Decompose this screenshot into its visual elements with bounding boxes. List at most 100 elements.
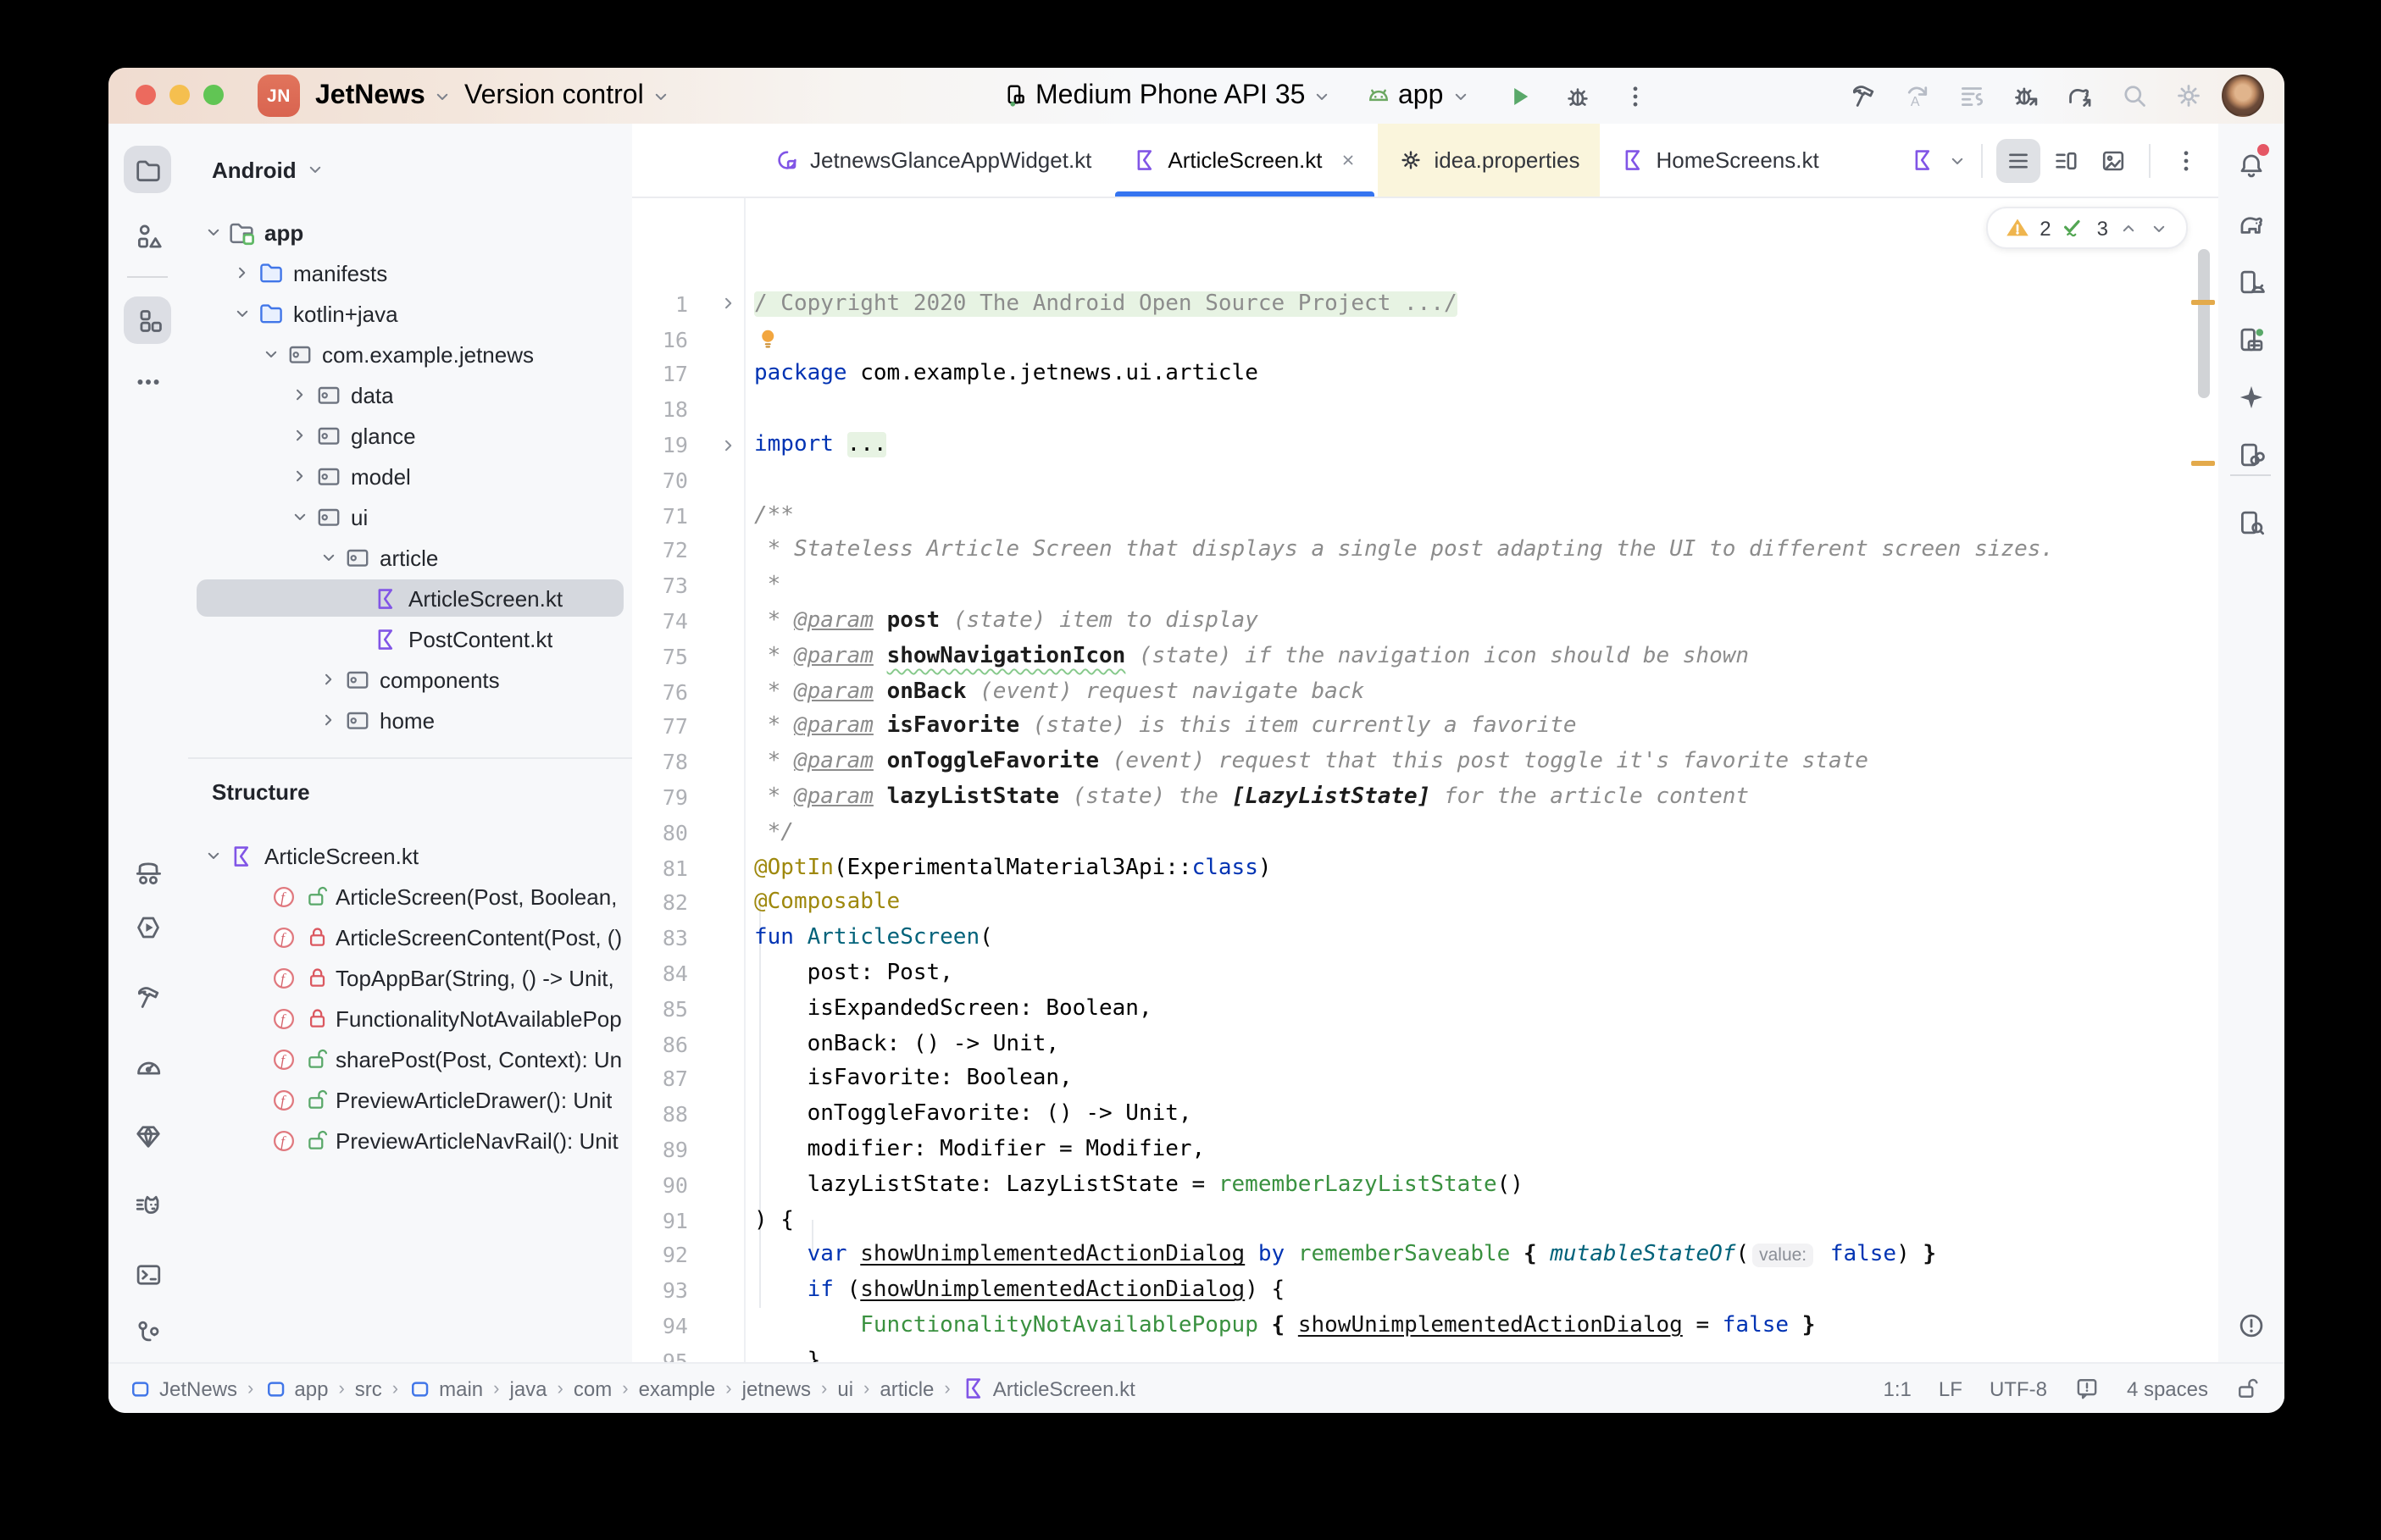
project-view-selector[interactable]: Android [188,149,632,190]
chevron-right-icon[interactable] [317,669,341,690]
app-inspection-diamond-button[interactable] [124,1111,171,1159]
line-number[interactable]: 80 [632,815,688,850]
structure-grid-button[interactable] [124,296,171,344]
more-run-options-button[interactable] [1613,74,1657,118]
line-number[interactable]: 78 [632,745,688,780]
tree-row[interactable]: ArticleScreen.kt [188,578,632,618]
structure-item-row[interactable]: fPreviewArticleDrawer(): Unit [188,1079,632,1120]
indent-setting[interactable]: 4 spaces [2127,1377,2208,1400]
close-window-button[interactable] [136,85,156,105]
structure-item-row[interactable]: fsharePost(Post, Context): Un [188,1039,632,1079]
code-line[interactable]: modifier: Modifier = Modifier, [754,1132,2184,1167]
more-tools-button[interactable] [124,357,171,405]
line-number[interactable]: 77 [632,709,688,745]
structure-item-row[interactable]: fPreviewArticleNavRail(): Unit [188,1120,632,1161]
breadcrumb-item[interactable]: com [574,1377,612,1400]
line-number[interactable]: 85 [632,991,688,1027]
chevron-right-icon[interactable] [230,263,254,283]
line-number[interactable]: 19 [632,427,688,463]
line-number[interactable]: 88 [632,1097,688,1133]
tree-row[interactable]: ui [188,496,632,537]
zoom-window-button[interactable] [203,85,224,105]
lock-open-icon[interactable] [2235,1376,2261,1401]
build-hammer-button[interactable] [1840,74,1884,118]
run-configuration-selector[interactable]: app [1366,80,1470,111]
line-number[interactable]: 73 [632,568,688,604]
tree-row[interactable]: data [188,374,632,415]
project-folder-button[interactable] [124,146,171,193]
tree-row[interactable]: article [188,537,632,578]
code-line[interactable]: ) { [754,1203,2184,1238]
structure-item-row[interactable]: fTopAppBar(String, () -> Unit, [188,957,632,998]
minimize-window-button[interactable] [169,85,190,105]
intention-bulb-icon[interactable] [758,326,781,352]
chevron-down-icon[interactable] [202,845,225,866]
logcat-cat-button[interactable] [124,1181,171,1228]
services-hexagon-play-button[interactable] [124,903,171,950]
resource-manager-button[interactable] [124,212,171,259]
chevron-right-icon[interactable] [288,425,312,446]
line-number[interactable]: 94 [632,1308,688,1343]
line-number[interactable]: 87 [632,1061,688,1097]
close-tab-icon[interactable] [1340,151,1358,169]
line-number[interactable]: 90 [632,1167,688,1203]
line-number[interactable]: 84 [632,956,688,991]
chevron-down-icon[interactable] [230,303,254,324]
build-hammer-button[interactable] [124,972,171,1020]
code-line[interactable] [754,392,2184,428]
code-line[interactable] [754,463,2184,498]
project-menu[interactable]: JetNews [315,80,452,111]
breadcrumb-item[interactable]: src [355,1377,382,1400]
line-number[interactable]: 86 [632,1027,688,1062]
gemini-sparkle-button[interactable] [2227,373,2274,420]
attach-debugger-button[interactable] [2003,74,2047,118]
line-number[interactable]: 81 [632,850,688,886]
gradle-sync-button[interactable] [2057,74,2101,118]
tree-row[interactable]: glance [188,415,632,456]
line-number[interactable]: 17 [632,357,688,392]
structure-item-row[interactable]: fArticleScreenContent(Post, () [188,917,632,957]
preview-view-button[interactable] [2091,138,2135,182]
chevron-right-icon[interactable] [288,385,312,405]
chevron-down-icon[interactable] [202,222,225,242]
code-line[interactable]: FunctionalityNotAvailablePopup { showUni… [754,1308,2184,1343]
run-with-coverage-button[interactable] [1949,74,1993,118]
breadcrumb-item[interactable]: jetnews [742,1377,811,1400]
editor-tab-homescreens-kt[interactable]: HomeScreens.kt [1601,124,1840,197]
wagon-button[interactable] [124,849,171,896]
code-line[interactable]: isFavorite: Boolean, [754,1061,2184,1097]
settings-gear-button[interactable] [2166,74,2210,118]
line-number[interactable]: 70 [632,463,688,498]
line-number[interactable]: 82 [632,885,688,921]
editor-tab-articlescreen-kt[interactable]: ArticleScreen.kt [1112,124,1378,197]
scrollbar-warning-mark[interactable] [2191,461,2215,466]
device-selector[interactable]: Medium Phone API 35 [1003,80,1332,111]
code-line[interactable]: import ... [754,427,2184,463]
caret-position[interactable]: 1:1 [1884,1377,1912,1400]
code-line[interactable]: * @param post (state) item to display [754,603,2184,639]
device-mirror-link-button[interactable] [2227,430,2274,478]
code-editor[interactable]: 1/ Copyright 2020 The Android Open Sourc… [632,198,2218,1364]
code-line[interactable]: * [754,568,2184,604]
next-problem-chevron-down-icon[interactable] [2149,218,2169,238]
line-number[interactable]: 18 [632,392,688,428]
gradle-elephant-button[interactable] [2227,200,2274,247]
tree-row[interactable]: app [188,212,632,252]
breadcrumb-item[interactable]: ui [837,1377,853,1400]
user-avatar[interactable] [2222,75,2264,117]
line-number[interactable]: 92 [632,1238,688,1273]
code-line[interactable]: } [754,1343,2184,1364]
redo-action-button[interactable]: A [1895,74,1939,118]
breadcrumb-item[interactable]: app [264,1377,328,1400]
code-line[interactable]: * @param showNavigationIcon (state) if t… [754,639,2184,674]
breadcrumb-item[interactable]: ArticleScreen.kt [961,1376,1135,1401]
inspection-bubble-icon[interactable] [2074,1376,2100,1401]
line-number[interactable]: 76 [632,674,688,710]
running-devices-button[interactable] [2227,315,2274,363]
tree-row[interactable]: com.example.jetnews [188,334,632,374]
notifications-bell-button[interactable] [2227,141,2274,188]
line-number[interactable]: 72 [632,533,688,568]
code-line[interactable]: */ [754,815,2184,850]
profiler-gauge-button[interactable] [124,1042,171,1089]
line-ending[interactable]: LF [1939,1377,1962,1400]
